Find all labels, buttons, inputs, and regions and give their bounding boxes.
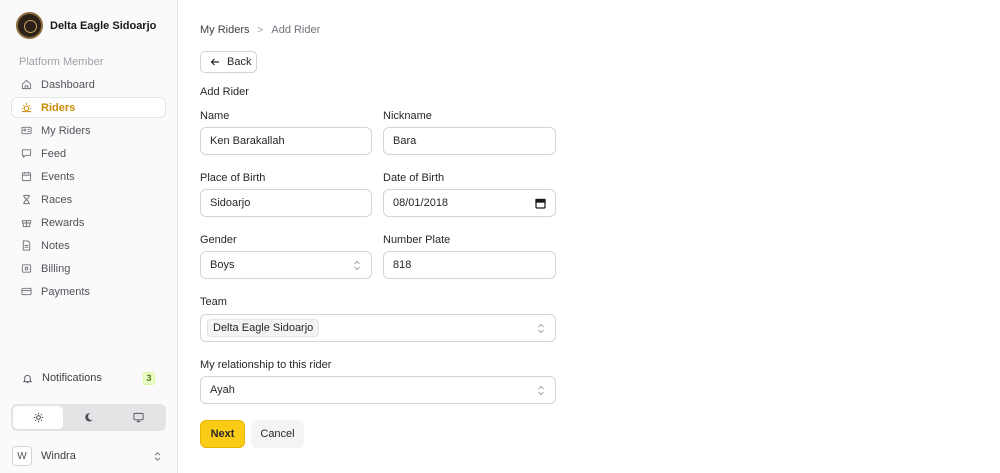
number-plate-value: 818	[393, 259, 412, 271]
sidebar-item-riders[interactable]: Riders	[11, 97, 166, 118]
sidebar-item-feed[interactable]: Feed	[11, 143, 166, 164]
sidebar-item-label: Feed	[41, 147, 67, 160]
sidebar-item-races[interactable]: Races	[11, 189, 166, 210]
sidebar-item-my-riders[interactable]: My Riders	[11, 120, 166, 141]
moon-icon	[85, 413, 93, 422]
cancel-button[interactable]: Cancel	[251, 420, 304, 448]
team-select[interactable]: Delta Eagle Sidoarjo	[200, 314, 556, 342]
chat-icon	[21, 149, 32, 159]
sidebar-item-events[interactable]: Events	[11, 166, 166, 187]
monitor-icon	[133, 412, 144, 423]
nickname-field[interactable]: Bara	[383, 127, 556, 155]
sidebar-item-dashboard[interactable]: Dashboard	[11, 74, 166, 95]
place-of-birth-label: Place of Birth	[200, 172, 266, 184]
chevron-up-down-icon	[538, 323, 544, 334]
sidebar-nav: Dashboard Riders My Riders Feed Events R…	[11, 74, 166, 304]
user-name: Windra	[41, 450, 76, 462]
chevron-up-down-icon	[354, 260, 360, 271]
form-title: Add Rider	[200, 86, 249, 98]
sidebar-item-label: Notes	[41, 239, 70, 252]
breadcrumb: My Riders > Add Rider	[200, 24, 320, 36]
back-button[interactable]: Back	[200, 51, 257, 73]
sidebar-item-label: Rewards	[41, 216, 85, 229]
org-name: Delta Eagle Sidoarjo	[50, 19, 157, 32]
user-menu[interactable]: W Windra	[12, 446, 162, 466]
sidebar-item-label: Billing	[41, 262, 71, 275]
sidebar-item-payments[interactable]: Payments	[11, 281, 166, 302]
number-plate-label: Number Plate	[383, 234, 451, 246]
calendar-icon	[21, 171, 32, 182]
sidebar-item-label: Riders	[41, 101, 76, 114]
file-icon	[22, 240, 31, 251]
sun-rider-icon	[21, 102, 32, 113]
name-field[interactable]: Ken Barakallah	[200, 127, 372, 155]
main-content: My Riders > Add Rider Back Add Rider Nam…	[178, 0, 1000, 473]
theme-system-button[interactable]	[114, 406, 164, 429]
arrow-left-icon	[210, 58, 219, 66]
nickname-label: Nickname	[383, 110, 432, 122]
sidebar-item-billing[interactable]: Billing	[11, 258, 166, 279]
sidebar: Delta Eagle Sidoarjo Platform Member Das…	[0, 0, 178, 473]
breadcrumb-link-my-riders[interactable]: My Riders	[200, 24, 250, 36]
breadcrumb-current: Add Rider	[271, 24, 321, 36]
receipt-icon	[21, 264, 32, 273]
place-of-birth-value: Sidoarjo	[210, 197, 251, 209]
notifications-count-badge: 3	[143, 371, 155, 385]
relationship-value: Ayah	[210, 384, 235, 396]
nickname-value: Bara	[393, 135, 417, 147]
theme-switcher	[11, 404, 166, 431]
theme-dark-button[interactable]	[63, 406, 113, 429]
team-chip[interactable]: Delta Eagle Sidoarjo	[207, 319, 320, 337]
avatar: W	[12, 446, 32, 466]
gender-value: Boys	[210, 259, 235, 271]
theme-light-button[interactable]	[13, 406, 64, 429]
date-of-birth-label: Date of Birth	[383, 172, 445, 184]
breadcrumb-separator: >	[257, 24, 264, 36]
gift-icon	[21, 220, 32, 228]
credit-card-icon	[21, 287, 32, 296]
date-of-birth-field[interactable]: 08/01/2018	[383, 189, 556, 217]
id-card-icon	[21, 126, 32, 135]
date-of-birth-value: 08/01/2018	[393, 197, 449, 209]
place-of-birth-field[interactable]: Sidoarjo	[200, 189, 372, 217]
back-label: Back	[227, 56, 252, 68]
sun-icon	[33, 412, 43, 423]
notifications-button[interactable]: Notifications 3	[22, 368, 155, 388]
org-switcher[interactable]: Delta Eagle Sidoarjo	[16, 12, 156, 39]
bell-icon	[22, 374, 33, 383]
sidebar-item-label: Events	[41, 170, 75, 183]
relationship-select[interactable]: Ayah	[200, 376, 556, 404]
name-label: Name	[200, 110, 230, 122]
sidebar-item-label: Races	[41, 193, 73, 206]
section-label: Platform Member	[19, 56, 104, 68]
relationship-label: My relationship to this rider	[200, 359, 332, 371]
sidebar-item-label: Payments	[41, 285, 90, 298]
team-label: Team	[200, 296, 227, 308]
org-logo	[16, 12, 43, 39]
gender-label: Gender	[200, 234, 237, 246]
notifications-label: Notifications	[42, 372, 102, 384]
name-value: Ken Barakallah	[210, 135, 285, 147]
number-plate-field[interactable]: 818	[383, 251, 556, 279]
next-button[interactable]: Next	[200, 420, 245, 448]
hourglass-icon	[23, 194, 30, 205]
sidebar-item-rewards[interactable]: Rewards	[11, 212, 166, 233]
gender-select[interactable]: Boys	[200, 251, 372, 279]
chevron-up-down-icon	[154, 451, 161, 461]
sidebar-item-label: My Riders	[41, 124, 91, 137]
chevron-up-down-icon	[538, 385, 544, 396]
sidebar-item-notes[interactable]: Notes	[11, 235, 166, 256]
calendar-icon[interactable]	[535, 198, 546, 209]
home-icon	[21, 79, 32, 90]
sidebar-item-label: Dashboard	[41, 78, 95, 91]
